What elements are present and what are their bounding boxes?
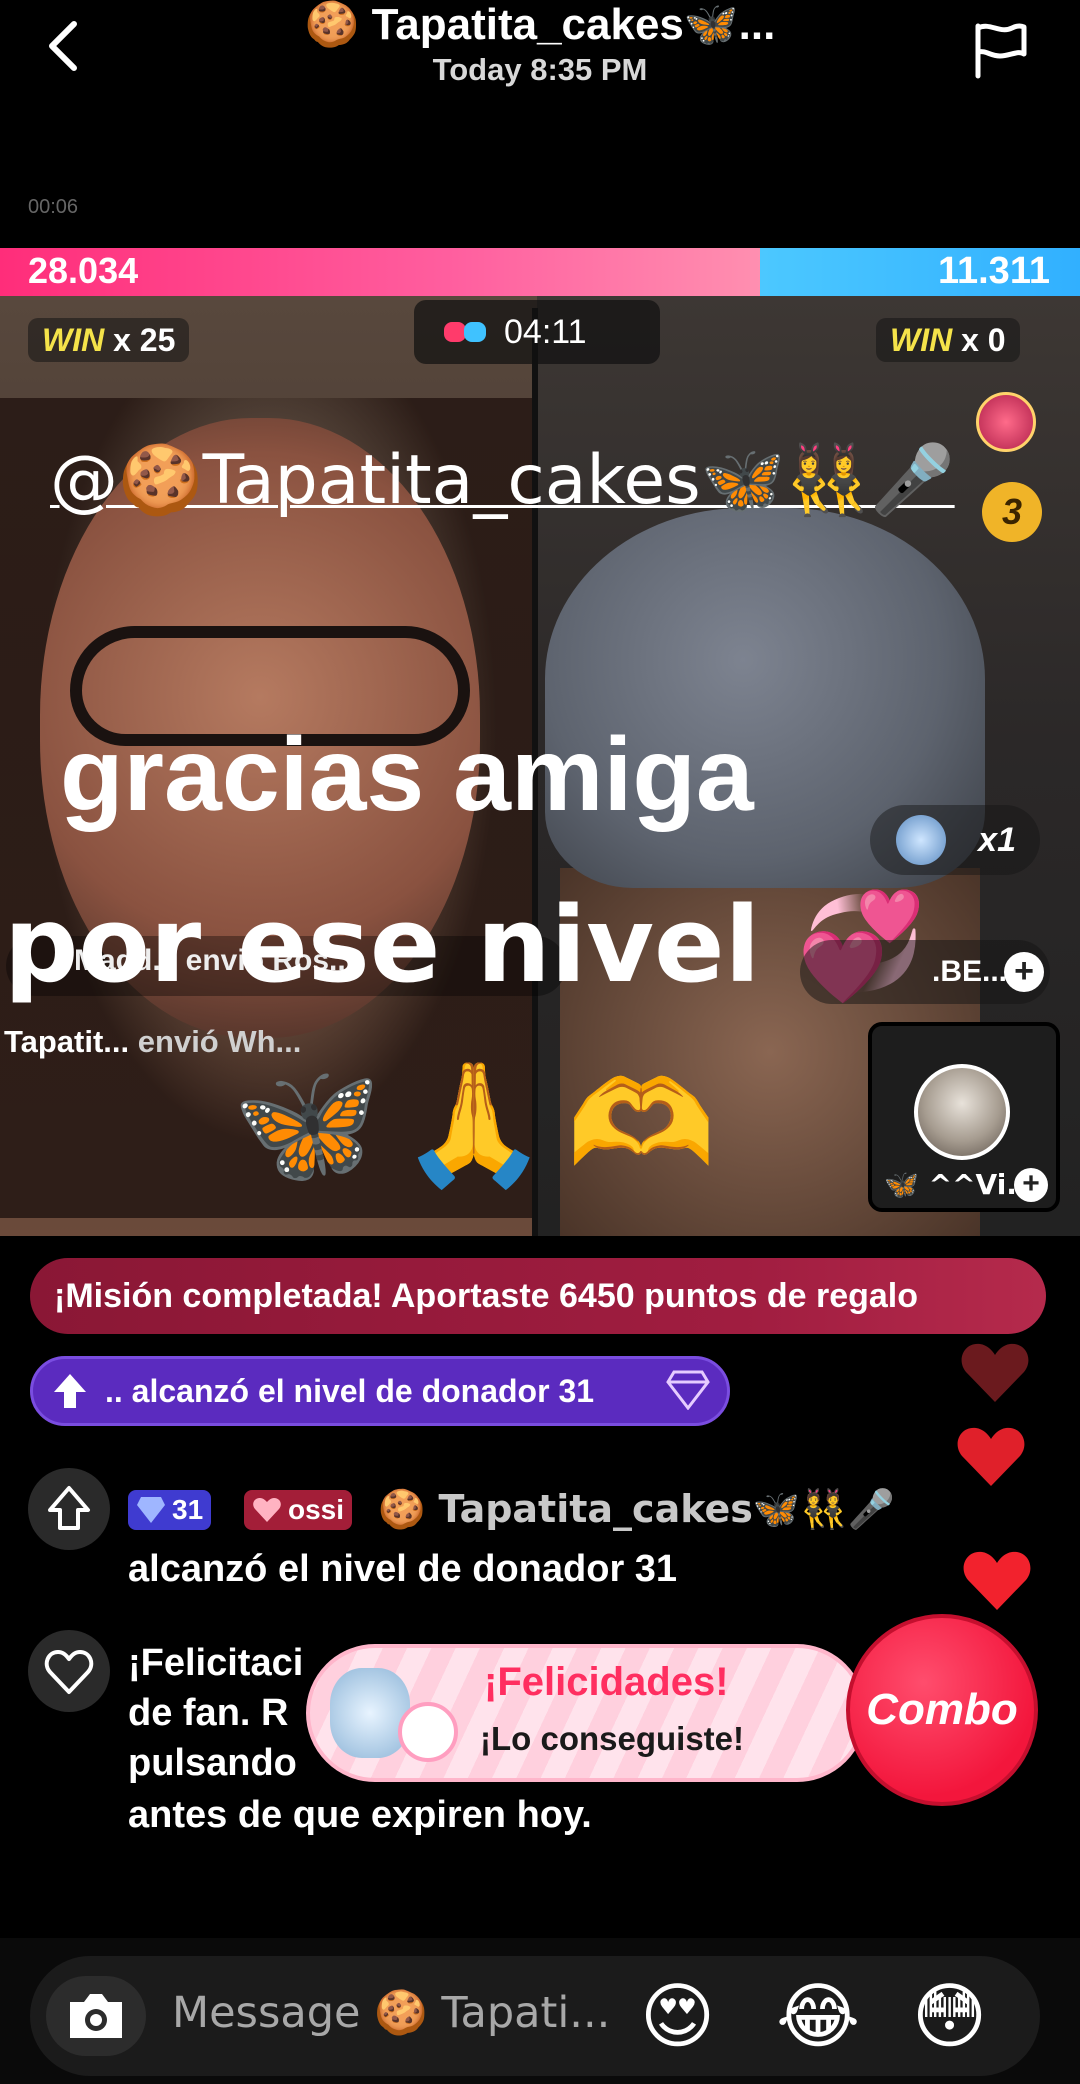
donor-level-badge: 31 bbox=[128, 1490, 212, 1530]
win-count: x 25 bbox=[113, 322, 176, 358]
mission-complete-banner: ¡Misión completada! Aportaste 6450 punto… bbox=[30, 1258, 1046, 1334]
message-input-placeholder[interactable]: Message 🍪 Tapati... bbox=[172, 1988, 610, 2038]
fan-message-line-2: de fan. R bbox=[128, 1692, 289, 1734]
celebration-subtitle: ¡Lo conseguiste! bbox=[480, 1720, 745, 1757]
donor-level-banner: .. alcanzó el nivel de donador 31 bbox=[30, 1356, 730, 1426]
gift-combo-counter: x1 bbox=[870, 805, 1040, 875]
floating-heart-icon bbox=[963, 1551, 1031, 1610]
boost-icon[interactable] bbox=[976, 392, 1036, 452]
rank-badge: 3 bbox=[982, 482, 1042, 542]
emoji-reaction-row: 🦋🙏🫶 bbox=[232, 1055, 735, 1194]
caption-line-1: gracias amiga bbox=[60, 717, 754, 833]
right-user-name: .BE... bbox=[932, 955, 1008, 988]
mention-text: @🍪Tapatita_cakes🦋👯‍♀️🎤 bbox=[50, 441, 955, 520]
win-label: WIN bbox=[890, 322, 953, 358]
recording-indicator: 00:06 bbox=[28, 196, 79, 218]
reaction-flushed[interactable]: 😳 bbox=[912, 1976, 987, 2056]
fan-badge: ossi bbox=[244, 1490, 353, 1530]
fan-message-line-3: pulsando bbox=[128, 1742, 297, 1784]
level-message-icon bbox=[28, 1468, 110, 1550]
fan-badge-name: ossi bbox=[288, 1494, 345, 1525]
floating-heart-icon bbox=[961, 1343, 1029, 1402]
celebration-title: ¡Felicidades! bbox=[484, 1660, 729, 1704]
floating-heart-icon bbox=[957, 1427, 1025, 1486]
camera-icon bbox=[70, 1994, 122, 2038]
caption-line-2: por ese nivel 💞 bbox=[4, 884, 926, 1006]
fan-message-line-4: antes de que expiren hoy. bbox=[128, 1794, 592, 1836]
gift-notice-user: Tapatit... bbox=[4, 1024, 130, 1059]
battle-gloves-icon bbox=[444, 322, 486, 342]
win-streak-left: WIN x 25 bbox=[28, 318, 190, 362]
back-arrow-icon[interactable] bbox=[40, 18, 90, 74]
camera-button[interactable] bbox=[46, 1976, 146, 2056]
badge-level: 31 bbox=[172, 1494, 204, 1525]
level-up-outline-icon bbox=[48, 1486, 90, 1530]
win-label: WIN bbox=[42, 322, 105, 358]
conversation-title[interactable]: 🍪 Tapatita_cakes🦋... bbox=[160, 0, 920, 50]
guest-add-icon[interactable]: + bbox=[1014, 1168, 1048, 1202]
score-right: 11.311 bbox=[937, 250, 1050, 292]
reaction-heart-eyes[interactable]: 😍 bbox=[640, 1976, 715, 2056]
reaction-laughing[interactable]: 😂 bbox=[776, 1976, 860, 2056]
fan-message-line-1: ¡Felicitaci bbox=[128, 1642, 304, 1684]
guest-avatar[interactable] bbox=[914, 1064, 1010, 1160]
diamond-icon bbox=[666, 1370, 710, 1410]
chat-username[interactable]: 🍪 Tapatita_cakes🦋👯🎤 bbox=[378, 1484, 895, 1534]
conversation-timestamp: Today 8:35 PM bbox=[432, 52, 648, 87]
level-up-arrow-icon bbox=[54, 1374, 86, 1408]
fan-message-icon bbox=[28, 1630, 110, 1712]
mention-caption: @🍪Tapatita_cakes🦋👯‍♀️🎤 bbox=[50, 440, 955, 520]
win-streak-right: WIN x 0 bbox=[876, 318, 1020, 362]
score-left: 28.034 bbox=[28, 250, 139, 291]
gift-bag-icon bbox=[330, 1668, 410, 1758]
report-flag-icon[interactable] bbox=[970, 20, 1030, 80]
gift-avatar-icon bbox=[398, 1702, 458, 1762]
gift-icon bbox=[896, 815, 946, 865]
level-message-text: alcanzó el nivel de donador 31 bbox=[128, 1548, 678, 1590]
heart-outline-icon bbox=[44, 1650, 94, 1694]
combo-button[interactable]: Combo bbox=[846, 1614, 1038, 1806]
win-count: x 0 bbox=[961, 322, 1006, 358]
gift-combo-count: x1 bbox=[978, 821, 1016, 859]
badge-diamond-icon bbox=[137, 1497, 165, 1523]
fan-heart-icon bbox=[253, 1498, 281, 1522]
battle-score-bar: 28.034 11.311 bbox=[0, 248, 1080, 296]
gift-notice-action: envió Wh... bbox=[137, 1024, 302, 1059]
follow-plus-icon[interactable]: + bbox=[1004, 952, 1044, 992]
